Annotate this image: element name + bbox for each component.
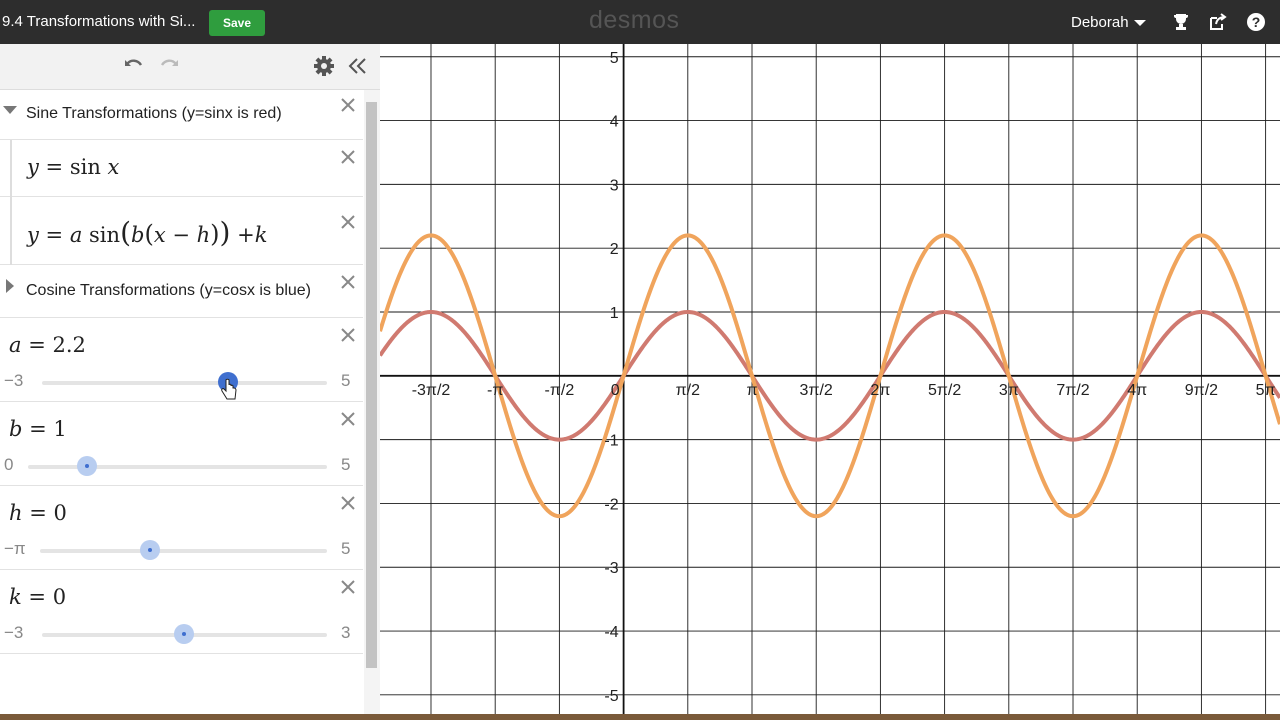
- y-tick-label: -4: [604, 624, 618, 641]
- delete-icon[interactable]: [339, 148, 357, 166]
- x-tick-label: 3π: [999, 382, 1019, 399]
- slider-knob[interactable]: [174, 624, 194, 644]
- y-tick-label: -2: [604, 496, 618, 513]
- help-icon[interactable]: ?: [1246, 12, 1266, 32]
- slider-min[interactable]: 0: [4, 455, 13, 475]
- folder-collapse-icon[interactable]: [3, 106, 17, 114]
- delete-icon[interactable]: [339, 326, 357, 344]
- undo-icon[interactable]: [122, 54, 146, 78]
- user-menu[interactable]: Deborah: [1071, 14, 1129, 31]
- x-tick-label: 9π/2: [1185, 382, 1218, 399]
- x-tick-label: 5π: [1256, 382, 1276, 399]
- x-tick-label: 7π/2: [1056, 382, 1089, 399]
- document-title[interactable]: 9.4 Transformations with Si...: [2, 13, 195, 30]
- folder-expand-icon[interactable]: [6, 279, 14, 293]
- slider-h[interactable]: h = 0 −π 5: [0, 486, 363, 570]
- y-tick-label: 3: [610, 177, 619, 194]
- slider-knob[interactable]: [77, 456, 97, 476]
- folder-label: Sine Transformations (y=sinx is red): [26, 105, 282, 122]
- slider-k[interactable]: k = 0 −3 3: [0, 570, 363, 654]
- desmos-logo: desmos: [589, 6, 680, 34]
- y-tick-label: -1: [604, 433, 618, 450]
- slider-max[interactable]: 5: [341, 371, 350, 391]
- slider-track[interactable]: [28, 465, 327, 469]
- slider-knob[interactable]: [140, 540, 160, 560]
- delete-icon[interactable]: [339, 273, 357, 291]
- panel-toolbar: [0, 44, 380, 90]
- expression-panel: Sine Transformations (y=sinx is red) y =…: [0, 44, 380, 714]
- x-tick-label: π: [746, 382, 757, 399]
- x-tick-label: 3π/2: [800, 382, 833, 399]
- slider-b[interactable]: b = 1 0 5: [0, 402, 363, 486]
- y-tick-label: 1: [610, 305, 619, 322]
- expression-sin-x[interactable]: y = sin x: [0, 140, 363, 197]
- hand-cursor-icon: [221, 378, 237, 400]
- folder-cosine-transformations[interactable]: Cosine Transformations (y=cosx is blue): [0, 265, 363, 318]
- x-tick-label: 4π: [1127, 382, 1147, 399]
- slider-label[interactable]: h = 0: [9, 501, 67, 525]
- folder-label: Cosine Transformations (y=cosx is blue): [26, 282, 311, 299]
- delete-icon[interactable]: [339, 578, 357, 596]
- svg-text:?: ?: [1252, 14, 1261, 30]
- graph-canvas[interactable]: -3π/2 -π -π/2 0 π/2 π 3π/2 2π 5π/2 3π 7π/2 4π 9π/2 5π…: [380, 44, 1280, 714]
- y-tick-label: -5: [604, 688, 618, 705]
- grid-lines: [380, 44, 1280, 714]
- x-tick-label: 2π: [870, 382, 890, 399]
- save-button[interactable]: Save: [209, 10, 265, 36]
- expression-transformed-sine[interactable]: y = a sin(b(x − h)) +k: [0, 197, 363, 265]
- slider-max[interactable]: 3: [341, 623, 350, 643]
- slider-label[interactable]: k = 0: [9, 585, 66, 609]
- expression-scrollbar[interactable]: [364, 90, 380, 714]
- math-transformed-sine[interactable]: y = a sin(b(x − h)) +k: [27, 216, 267, 249]
- expression-list: Sine Transformations (y=sinx is red) y =…: [0, 90, 363, 714]
- slider-min[interactable]: −π: [4, 539, 26, 559]
- x-tick-label: 0: [611, 382, 620, 399]
- slider-label[interactable]: b = 1: [9, 417, 67, 441]
- redo-icon[interactable]: [157, 54, 181, 78]
- collapse-panel-icon[interactable]: [346, 54, 370, 78]
- y-tick-labels: 5 4 3 2 1 -1 -2 -3 -4 -5: [604, 50, 618, 705]
- slider-track[interactable]: [42, 381, 327, 385]
- slider-label[interactable]: a = 2.2: [9, 333, 86, 357]
- slider-a[interactable]: a = 2.2 −3 5: [0, 318, 363, 402]
- axes: [380, 44, 1280, 714]
- x-tick-labels: -3π/2 -π -π/2 0 π/2 π 3π/2 2π 5π/2 3π 7π/2 4π 9π/2 5π: [412, 382, 1276, 399]
- x-tick-label: -3π/2: [412, 382, 451, 399]
- slider-max[interactable]: 5: [341, 539, 350, 559]
- settings-gear-icon[interactable]: [312, 54, 336, 78]
- slider-min[interactable]: −3: [4, 371, 23, 391]
- top-bar: 9.4 Transformations with Si... Save desm…: [0, 0, 1280, 44]
- y-tick-label: 4: [610, 114, 619, 131]
- delete-icon[interactable]: [339, 213, 357, 231]
- x-tick-label: -π/2: [545, 382, 575, 399]
- delete-icon[interactable]: [339, 96, 357, 114]
- share-icon[interactable]: [1208, 12, 1228, 32]
- footer-strip: [0, 714, 1280, 720]
- y-tick-label: -3: [604, 560, 618, 577]
- slider-max[interactable]: 5: [341, 455, 350, 475]
- y-tick-label: 5: [610, 50, 619, 67]
- y-tick-label: 2: [610, 241, 619, 258]
- graph-paper[interactable]: -3π/2 -π -π/2 0 π/2 π 3π/2 2π 5π/2 3π 7π/2 4π 9π/2 5π…: [380, 44, 1280, 714]
- math-y-equals-sin-x[interactable]: y = sin x: [27, 155, 119, 179]
- slider-min[interactable]: −3: [4, 623, 23, 643]
- slider-track[interactable]: [40, 549, 327, 553]
- delete-icon[interactable]: [339, 494, 357, 512]
- folder-sine-transformations[interactable]: Sine Transformations (y=sinx is red): [0, 90, 363, 140]
- user-caret-icon[interactable]: [1134, 20, 1146, 26]
- x-tick-label: π/2: [676, 382, 700, 399]
- scroll-thumb[interactable]: [366, 102, 377, 668]
- trophy-icon[interactable]: [1171, 12, 1191, 32]
- x-tick-label: 5π/2: [928, 382, 961, 399]
- x-tick-label: -π: [487, 382, 503, 399]
- delete-icon[interactable]: [339, 410, 357, 428]
